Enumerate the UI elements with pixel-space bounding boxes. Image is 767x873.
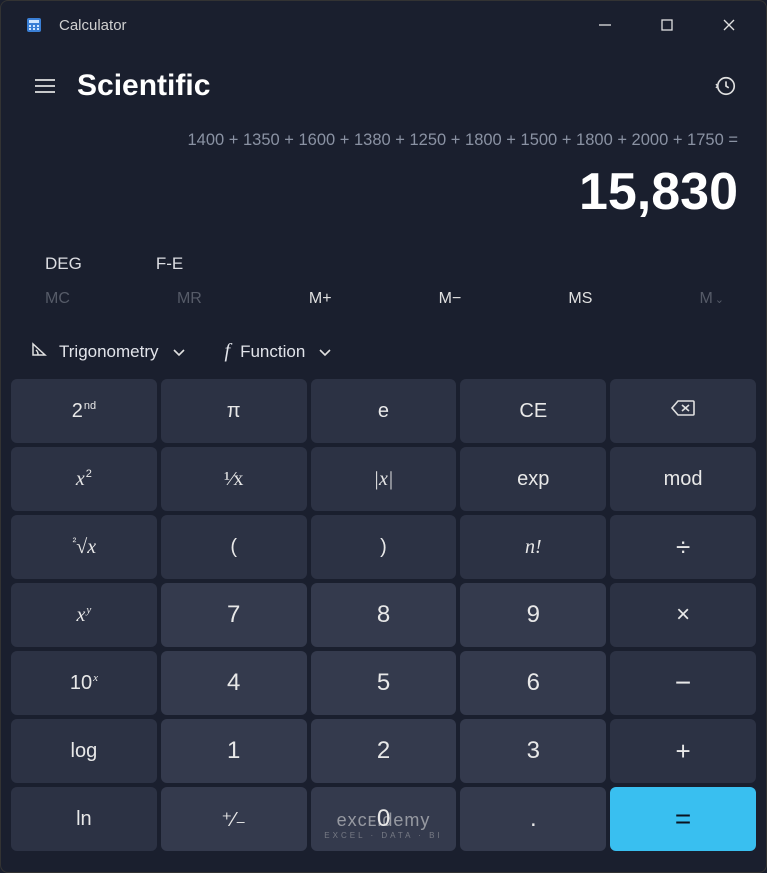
ln-button[interactable]: ln — [11, 787, 157, 851]
memory-recall-button[interactable]: MR — [177, 290, 202, 308]
digit-7-button[interactable]: 7 — [161, 583, 307, 647]
exp-button[interactable]: exp — [460, 447, 606, 511]
digit-5-button[interactable]: 5 — [311, 651, 457, 715]
app-title: Calculator — [59, 17, 574, 34]
key-sup: nd — [84, 400, 96, 412]
angle-icon — [31, 341, 49, 362]
toggle-row: DEG F-E — [1, 232, 766, 280]
close-paren-button[interactable]: ) — [311, 515, 457, 579]
chevron-down-icon — [173, 342, 185, 362]
memory-list-button[interactable]: M⌄ — [699, 290, 724, 308]
angle-toggle[interactable]: DEG — [45, 254, 82, 274]
dropdown-row: Trigonometry f Function — [1, 318, 766, 379]
memory-subtract-button[interactable]: M− — [439, 290, 462, 308]
key-sup: 2 — [86, 468, 92, 480]
key-label: 10 — [70, 672, 92, 694]
expression-text: 1400 + 1350 + 1600 + 1380 + 1250 + 1800 … — [29, 131, 738, 150]
divide-button[interactable]: ÷ — [610, 515, 756, 579]
maximize-button[interactable] — [636, 1, 698, 49]
function-dropdown[interactable]: f Function — [225, 340, 332, 363]
log-button[interactable]: log — [11, 719, 157, 783]
chevron-down-icon — [319, 342, 331, 362]
ten-power-x-button[interactable]: 10x — [11, 651, 157, 715]
header: Scientific — [1, 49, 766, 113]
function-icon: f — [225, 340, 231, 363]
key-sup: y — [86, 604, 91, 616]
absolute-value-button[interactable]: |x| — [311, 447, 457, 511]
result-text: 15,830 — [29, 162, 738, 222]
display: 1400 + 1350 + 1600 + 1380 + 1250 + 1800 … — [1, 113, 766, 232]
negate-button[interactable]: ⁺⁄₋ — [161, 787, 307, 851]
memory-row: MC MR M+ M− MS M⌄ — [1, 280, 766, 318]
key-label: n! — [525, 536, 542, 559]
digit-8-button[interactable]: 8 — [311, 583, 457, 647]
digit-0-button[interactable]: 0 — [311, 787, 457, 851]
memory-add-button[interactable]: M+ — [309, 290, 332, 308]
x-squared-button[interactable]: x2 — [11, 447, 157, 511]
digit-4-button[interactable]: 4 — [161, 651, 307, 715]
backspace-icon — [670, 399, 696, 423]
key-label: x — [76, 468, 85, 490]
digit-6-button[interactable]: 6 — [460, 651, 606, 715]
history-button[interactable] — [706, 66, 746, 106]
key-label: √x — [76, 536, 96, 558]
e-button[interactable]: e — [311, 379, 457, 443]
key-label: 2 — [72, 400, 83, 422]
memory-list-label: M — [699, 290, 712, 307]
digit-1-button[interactable]: 1 — [161, 719, 307, 783]
decimal-button[interactable]: . — [460, 787, 606, 851]
factorial-button[interactable]: n! — [460, 515, 606, 579]
mod-button[interactable]: mod — [610, 447, 756, 511]
calculator-app-icon — [25, 16, 43, 34]
notation-toggle[interactable]: F-E — [156, 254, 183, 274]
square-root-button[interactable]: ²√x — [11, 515, 157, 579]
key-label: x — [77, 604, 86, 626]
key-label: |x| — [374, 468, 394, 491]
multiply-button[interactable]: × — [610, 583, 756, 647]
open-paren-button[interactable]: ( — [161, 515, 307, 579]
digit-3-button[interactable]: 3 — [460, 719, 606, 783]
clear-entry-button[interactable]: CE — [460, 379, 606, 443]
trigonometry-dropdown[interactable]: Trigonometry — [31, 341, 185, 362]
digit-9-button[interactable]: 9 — [460, 583, 606, 647]
minimize-button[interactable] — [574, 1, 636, 49]
chevron-down-icon: ⌄ — [715, 294, 724, 306]
memory-clear-button[interactable]: MC — [45, 290, 70, 308]
titlebar: Calculator — [1, 1, 766, 49]
menu-button[interactable] — [25, 66, 65, 106]
digit-2-button[interactable]: 2 — [311, 719, 457, 783]
memory-store-button[interactable]: MS — [568, 290, 592, 308]
backspace-button[interactable] — [610, 379, 756, 443]
plus-button[interactable]: + — [610, 719, 756, 783]
trigonometry-label: Trigonometry — [59, 342, 159, 362]
mode-title: Scientific — [77, 69, 706, 103]
key-sup: x — [93, 672, 98, 684]
equals-button[interactable]: = — [610, 787, 756, 851]
keypad: 2nd π e CE x2 ¹⁄x |x| exp mod ²√x ( ) n!… — [1, 379, 766, 861]
close-button[interactable] — [698, 1, 760, 49]
minus-button[interactable]: − — [610, 651, 756, 715]
function-label: Function — [240, 342, 305, 362]
x-power-y-button[interactable]: xy — [11, 583, 157, 647]
reciprocal-button[interactable]: ¹⁄x — [161, 447, 307, 511]
second-function-button[interactable]: 2nd — [11, 379, 157, 443]
pi-button[interactable]: π — [161, 379, 307, 443]
